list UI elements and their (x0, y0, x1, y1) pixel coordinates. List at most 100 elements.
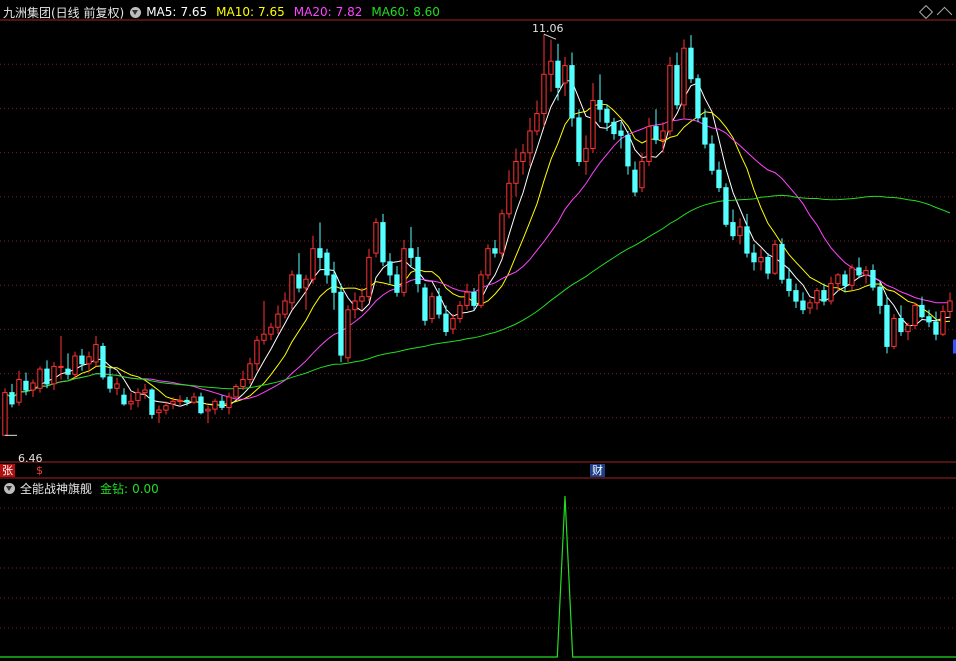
candle-body (919, 304, 925, 318)
candle-body (793, 290, 799, 302)
diamond-icon[interactable] (918, 4, 934, 20)
candle-body (2, 392, 8, 436)
collapse-icon[interactable] (936, 6, 953, 23)
indicator-legend: 金钻: 0.00 (100, 480, 168, 497)
jia-marker[interactable]: $ (34, 464, 45, 477)
candle-body (37, 368, 43, 389)
candle-body (359, 296, 365, 302)
candle-body (576, 117, 582, 162)
candle-body (450, 318, 456, 330)
candle-body (93, 344, 99, 363)
candle-body (499, 213, 505, 254)
candle-body (261, 333, 267, 341)
candle-body (100, 345, 106, 378)
ma-legend-label: MA10: (216, 5, 255, 19)
chart-svg (0, 19, 956, 658)
candle-body (562, 65, 568, 84)
candle-body (485, 248, 491, 276)
ma-legend-value: 7.65 (258, 5, 285, 19)
candle-body (30, 382, 36, 391)
candle-body (548, 60, 554, 75)
candle-body (842, 274, 848, 286)
ma-line-ma5 (4, 79, 951, 407)
chart-title: 九洲集团(日线 前复权) (3, 5, 125, 20)
ma-legend-label: MA5: (146, 5, 177, 19)
candle-body (786, 278, 792, 292)
candle-body (800, 300, 806, 311)
main-header: 九洲集团(日线 前复权) MA5: 7.65 MA10: 7.65 MA20: 7.82 M… (0, 2, 449, 22)
candle-body (716, 169, 722, 189)
zhang-marker[interactable]: 张 (0, 464, 15, 477)
candle-body (23, 380, 29, 391)
indicator-dropdown-icon[interactable] (4, 482, 15, 494)
candle-body (814, 290, 820, 304)
candle-body (408, 248, 414, 258)
ma-line-ma60 (4, 194, 951, 399)
candle-body (646, 126, 652, 162)
candle-body (492, 248, 498, 254)
dropdown-icon[interactable] (130, 6, 142, 18)
candle-body (240, 379, 246, 387)
candle-body (625, 134, 631, 167)
candle-body (345, 309, 351, 359)
candle-body (583, 147, 589, 162)
candle-body (835, 274, 841, 285)
candle-body (338, 291, 344, 356)
candle-body (289, 274, 295, 304)
candle-body (611, 121, 617, 135)
candle-body (296, 274, 302, 289)
candle-body (142, 389, 148, 394)
candle-body (751, 252, 757, 263)
ma-legend-1: MA10: 7.65 (216, 5, 285, 19)
candle-body (590, 100, 596, 149)
candle-body (730, 222, 736, 237)
candle-body (422, 287, 428, 321)
ma-line-ma10 (4, 103, 951, 406)
indicator-line-jinzuan (0, 495, 956, 658)
candle-body (121, 394, 127, 405)
ma-legend: MA5: 7.65 MA10: 7.65 MA20: 7.82 MA60: 8.60 (146, 5, 449, 19)
candle-body (16, 379, 22, 403)
candle-body (618, 130, 624, 136)
candle-body (779, 243, 785, 280)
candle-body (632, 169, 638, 193)
candle-body (821, 290, 827, 302)
indicator-title: 全能战神旗舰 (20, 481, 93, 496)
kline-chart-area[interactable] (0, 0, 956, 658)
candle-body (765, 256, 771, 274)
candle-body (317, 248, 323, 258)
candle-body (443, 313, 449, 333)
candle-body (191, 396, 197, 403)
candle-body (870, 270, 876, 288)
candle-body (107, 376, 113, 389)
ma-legend-0: MA5: 7.65 (146, 5, 207, 19)
candle-body (247, 363, 253, 380)
ma-legend-3: MA60: 8.60 (371, 5, 440, 19)
candle-body (436, 296, 442, 315)
candle-body (310, 248, 316, 280)
candle-body (828, 283, 834, 302)
candle-body (688, 47, 694, 80)
candle-body (282, 300, 288, 315)
candle-body (947, 300, 953, 312)
candle-body (884, 304, 890, 347)
candle-body (891, 318, 897, 347)
candle-body (807, 302, 813, 309)
candle-body (933, 321, 939, 335)
candle-body (268, 326, 274, 335)
candle-body (233, 386, 239, 398)
candle-body (464, 291, 470, 306)
ind-legend-value: 0.00 (132, 481, 159, 496)
candle-body (114, 383, 120, 389)
high-label: 11.06 (532, 22, 564, 35)
candle-body (744, 226, 750, 254)
indicator-header: 全能战神旗舰 金钻: 0.00 (0, 478, 168, 498)
candle-body (380, 222, 386, 263)
candle-body (513, 161, 519, 184)
candle-body (772, 243, 778, 274)
candle-body (723, 187, 729, 225)
candle-body (695, 78, 701, 119)
cai-marker[interactable]: 财 (590, 464, 605, 477)
candle-body (926, 316, 932, 323)
candle-body (415, 256, 421, 285)
